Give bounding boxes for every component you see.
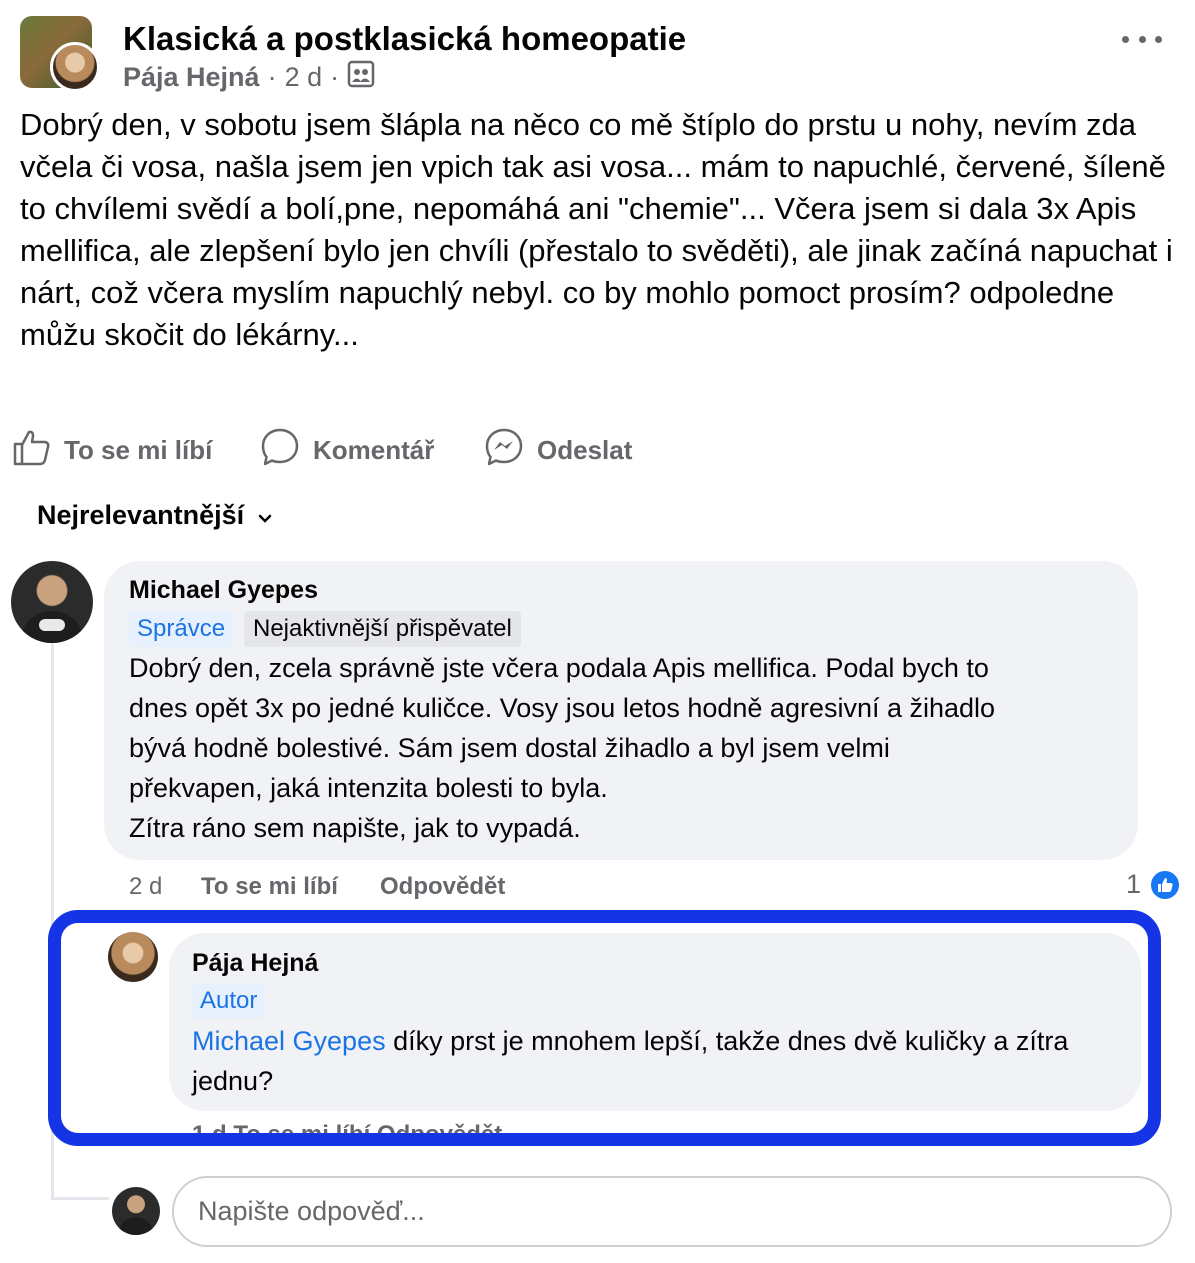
reply-footer: 1 d To se mi líbí Odpovědět <box>192 1121 503 1146</box>
top-contributor-badge: Nejaktivnější přispěvatel <box>244 611 521 647</box>
comment-button[interactable]: Komentář <box>259 428 434 472</box>
post-time[interactable]: 2 d <box>285 62 323 93</box>
admin-badge: Správce <box>129 611 234 647</box>
mention-link[interactable]: Michael Gyepes <box>192 1026 386 1056</box>
send-label: Odeslat <box>537 434 633 465</box>
more-options-icon[interactable] <box>1122 24 1162 54</box>
reaction-count[interactable]: 1 <box>1126 869 1141 900</box>
comment-reply-button[interactable]: Odpovědět <box>380 872 505 902</box>
like-label: To se mi líbí <box>64 434 213 465</box>
like-reaction-icon[interactable] <box>1149 869 1181 901</box>
sort-label: Nejrelevantnější <box>37 500 245 530</box>
comment-line: překvapen, jaká intenzita bolesti to byl… <box>129 773 608 803</box>
group-audience-icon <box>347 60 375 95</box>
reply-author-avatar[interactable] <box>108 932 158 982</box>
comment-text: Dobrý den, zcela správně jste včera poda… <box>129 648 1129 848</box>
comment-like-button[interactable]: To se mi líbí <box>201 872 338 902</box>
comment-sort-dropdown[interactable]: Nejrelevantnější <box>37 500 272 531</box>
messenger-icon <box>483 426 525 475</box>
thread-connector-composer <box>51 1197 109 1200</box>
comment-label: Komentář <box>313 434 435 465</box>
author-badge: Autor <box>192 984 266 1018</box>
group-title[interactable]: Klasická a postklasická homeopatie <box>123 20 686 58</box>
comment-author[interactable]: Michael Gyepes <box>129 576 318 605</box>
send-button[interactable]: Odeslat <box>483 428 632 472</box>
composer-avatar <box>112 1187 160 1235</box>
meta-separator: · <box>267 62 277 92</box>
thumbs-up-icon <box>12 427 52 474</box>
reply-input[interactable] <box>198 1196 1170 1227</box>
meta-separator-2: · <box>330 62 340 92</box>
like-button[interactable]: To se mi líbí <box>12 428 212 472</box>
comment-line: Zítra ráno sem napište, jak to vypadá. <box>129 813 581 843</box>
comment-icon <box>259 426 301 475</box>
comment-line: bývá hodně bolestivé. Sám jsem dostal ži… <box>129 733 890 763</box>
highlighted-reply: Pája Hejná Autor Michael Gyepes díky prs… <box>48 910 1161 1146</box>
chevron-down-icon <box>258 500 272 531</box>
post-text: Dobrý den, v sobotu jsem šlápla na něco … <box>20 107 1173 352</box>
comment-line: Dobrý den, zcela správně jste včera poda… <box>129 653 989 683</box>
comment-time[interactable]: 2 d <box>129 872 162 902</box>
reply-author[interactable]: Pája Hejná <box>192 949 318 978</box>
comment-line: dnes opět 3x po jedné kuličce. Vosy jsou… <box>129 693 996 723</box>
poster-avatar[interactable] <box>50 42 100 92</box>
reply-text: Michael Gyepes díky prst je mnohem lepší… <box>192 1021 1132 1101</box>
commenter-avatar[interactable] <box>11 561 93 643</box>
reply-composer[interactable] <box>172 1176 1172 1247</box>
post-author[interactable]: Pája Hejná <box>123 62 260 93</box>
post-meta: Pája Hejná · 2 d · <box>123 60 375 95</box>
